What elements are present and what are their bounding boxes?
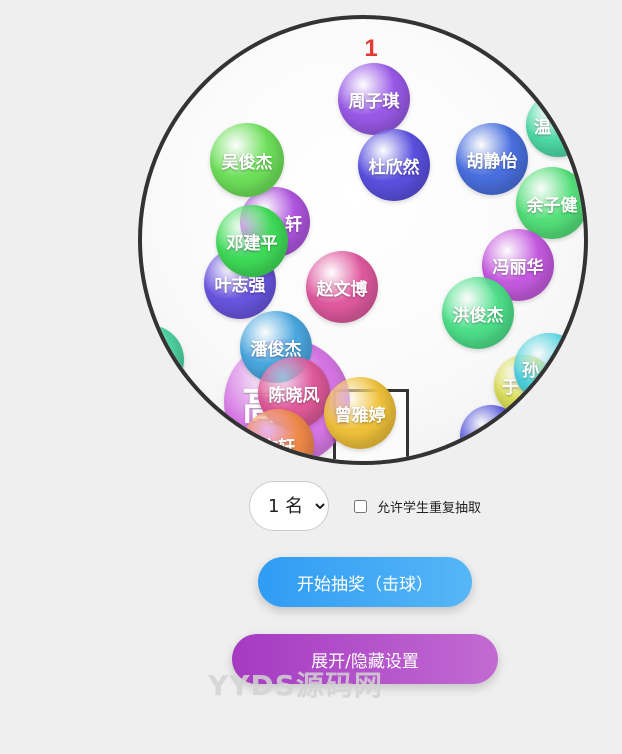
student-ball: 文 (142, 325, 184, 395)
student-ball: 曾雅婷 (324, 377, 396, 449)
allow-repeat-option[interactable]: 允许学生重复抽取 (354, 497, 481, 516)
draw-counter: 1 (364, 35, 378, 62)
student-ball: 温 (526, 93, 584, 157)
student-ball: 杜欣然 (358, 129, 430, 201)
allow-repeat-label: 允许学生重复抽取 (377, 501, 482, 516)
winner-count-select[interactable]: 1 名2 名3 名4 名5 名 (249, 481, 329, 531)
student-ball: 吴俊杰 (210, 123, 284, 197)
lottery-drum: 1 文 高 叶志强 轩 吴俊杰 邓建平 周子琪 杜欣然 胡静怡 温 余子健 冯丽… (138, 15, 588, 465)
student-ball: 胡静怡 (456, 123, 528, 195)
student-ball: 余子健 (516, 167, 584, 239)
lottery-app: 1 文 高 叶志强 轩 吴俊杰 邓建平 周子琪 杜欣然 胡静怡 温 余子健 冯丽… (0, 0, 622, 754)
student-ball: 洪俊杰 (442, 277, 514, 349)
student-ball: 邓建平 (216, 205, 288, 277)
toggle-settings-button[interactable]: 展开/隐藏设置 (232, 634, 498, 684)
allow-repeat-checkbox[interactable] (354, 500, 367, 513)
student-ball: 孙 (514, 333, 584, 403)
student-ball (460, 405, 522, 461)
student-ball: 周子琪 (338, 63, 410, 135)
student-ball: 赵文博 (306, 251, 378, 323)
start-draw-button[interactable]: 开始抽奖（击球） (258, 557, 472, 607)
